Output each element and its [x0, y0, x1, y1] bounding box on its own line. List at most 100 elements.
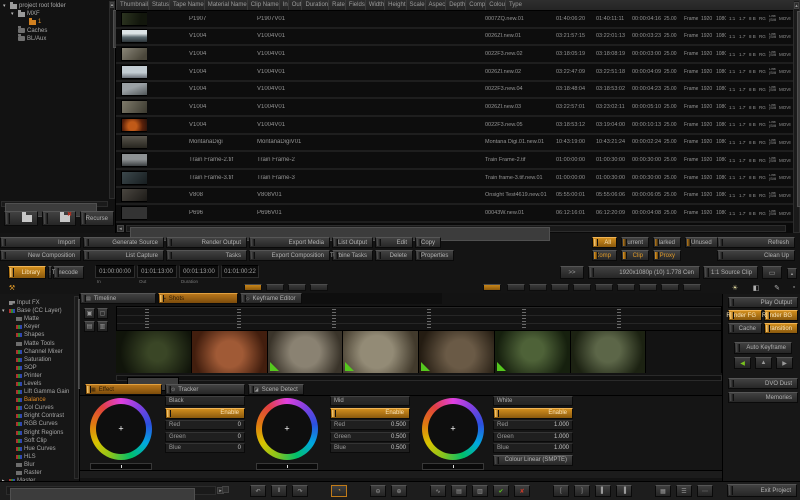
keyframe-button[interactable]: ▶: [776, 357, 793, 369]
tree-item[interactable]: BL/Aux: [0, 35, 108, 43]
duration-timecode-field[interactable]: 00:01:13:00: [179, 265, 219, 278]
effect-item[interactable]: Balance: [0, 396, 79, 404]
effect-item[interactable]: Soft Clip: [0, 437, 79, 445]
action-button[interactable]: Export Composition: [249, 250, 330, 261]
filter-button[interactable]: All: [592, 237, 617, 248]
effect-item[interactable]: Input FX: [0, 299, 79, 307]
toolbar-icon[interactable]: ⋯: [697, 485, 713, 497]
delete-folder-button[interactable]: [42, 211, 76, 226]
filter-button[interactable]: Clip: [621, 250, 649, 261]
column-header[interactable]: Thumbnail: [116, 0, 148, 10]
memory-tab-active[interactable]: [483, 284, 501, 291]
action-button[interactable]: List Capture: [83, 250, 164, 261]
toolbar-icon[interactable]: ▐: [616, 485, 632, 497]
column-header[interactable]: In: [279, 0, 288, 10]
column-header[interactable]: Clip Name: [247, 0, 279, 10]
timeline-ruler[interactable]: [116, 306, 722, 331]
mid-color-wheel[interactable]: [256, 398, 318, 460]
tree-item[interactable]: 1: [0, 18, 108, 26]
effect-item[interactable]: Shapes: [0, 331, 79, 339]
dvo-dust-button[interactable]: DVO Dust: [728, 378, 798, 389]
auto-keyframe-button[interactable]: Auto Keyframe: [734, 342, 792, 354]
tree-item[interactable]: project root folder: [0, 2, 108, 10]
effect-item[interactable]: Bright Contrast: [0, 412, 79, 420]
cache-button[interactable]: Cache: [728, 323, 762, 334]
tree-horizontal-scrollbar[interactable]: [1, 201, 108, 207]
monitor-button[interactable]: ▭: [762, 266, 782, 279]
effects-scrollbar[interactable]: [74, 296, 79, 479]
table-row[interactable]: P1907 P1907V01 0007ZQ.new.01 01:40:06:20…: [116, 11, 794, 29]
tree-item[interactable]: MXF: [0, 10, 108, 18]
white-level-slider[interactable]: [422, 463, 484, 470]
tool-tab[interactable]: ◪ Scene Detect: [248, 384, 304, 395]
format-selector[interactable]: 1920x1080p (10) 1.778 Cen: [588, 266, 700, 279]
table-vertical-scrollbar[interactable]: ▴: [793, 0, 800, 233]
play-output-button[interactable]: Play Output: [728, 297, 798, 308]
red-field[interactable]: Red1.000: [493, 420, 573, 430]
green-field[interactable]: Green0.500: [330, 432, 410, 442]
table-row[interactable]: V1004 V1004V01 0026ZI.new.03 03:22:57:01…: [116, 99, 794, 117]
effect-item[interactable]: Hue Curves: [0, 445, 79, 453]
effect-item[interactable]: Levels: [0, 380, 79, 388]
action-button[interactable]: Turbine Tasks: [332, 250, 373, 261]
action-button[interactable]: Generate Source: [83, 237, 164, 248]
toolbar-icon[interactable]: ▌: [595, 485, 611, 497]
column-header[interactable]: Comp: [465, 0, 485, 10]
memory-tab[interactable]: [617, 284, 635, 291]
toolbar-icon[interactable]: ↷: [292, 485, 308, 497]
memory-tab[interactable]: [507, 284, 525, 291]
memory-tab[interactable]: [683, 284, 701, 291]
filter-button[interactable]: Proxy: [653, 250, 681, 261]
keyframe-button[interactable]: ◀: [734, 357, 751, 369]
toolbar-icon[interactable]: ◔: [331, 485, 347, 497]
view-toggle[interactable]: ▥: [97, 321, 108, 332]
toolbar-icon[interactable]: ✔: [493, 485, 509, 497]
action-button[interactable]: Render Output: [166, 237, 247, 248]
effect-item[interactable]: Keyer: [0, 323, 79, 331]
table-row[interactable]: V1004 V1004V01 0022F3.new.05 03:18:53:12…: [116, 117, 794, 135]
toolbar-icon[interactable]: ⊖: [370, 485, 386, 497]
bank-tab[interactable]: [310, 284, 328, 291]
memory-tab[interactable]: [573, 284, 591, 291]
blue-field[interactable]: Blue0.500: [330, 443, 410, 453]
black-level-slider[interactable]: [90, 463, 152, 470]
toolbar-icon[interactable]: ▦: [655, 485, 671, 497]
effect-item[interactable]: Printer: [0, 372, 79, 380]
table-row[interactable]: MontanaDigi MontanaDigiV01 Montana Digi.…: [116, 135, 794, 153]
colour-space-button[interactable]: Colour Linear (SMPTE): [493, 455, 573, 466]
table-row[interactable]: V1004 V1004V01 0022F3.new.04 03:18:48:04…: [116, 82, 794, 100]
collapse-button[interactable]: ▲: [787, 268, 797, 279]
column-header[interactable]: Tape Name: [169, 0, 204, 10]
effect-item[interactable]: Bright Regions: [0, 429, 79, 437]
action-button[interactable]: Edit: [375, 237, 413, 248]
library-button[interactable]: Library: [8, 266, 46, 279]
lock-toggle[interactable]: ▤: [84, 321, 95, 332]
transition-button[interactable]: Transition: [764, 323, 798, 334]
mid-level-slider[interactable]: [256, 463, 318, 470]
table-row[interactable]: V1004 V1004V01 0026ZI.new.01 03:21:57:15…: [116, 29, 794, 47]
view-tab[interactable]: ⬦ Keyframe Editor: [240, 293, 302, 304]
shot-thumbnail[interactable]: [268, 331, 344, 373]
view-tab[interactable]: ▤ Timeline: [80, 293, 156, 304]
memories-button[interactable]: Memories: [728, 392, 798, 403]
bottom-scrollbar[interactable]: ▸: [6, 486, 216, 495]
mute-toggle[interactable]: ▢: [97, 308, 108, 319]
current-timecode-field[interactable]: 01:01:00:22: [221, 265, 259, 278]
filter-button[interactable]: Comp: [592, 250, 617, 261]
memory-tab[interactable]: [529, 284, 547, 291]
bank-tab[interactable]: [266, 284, 284, 291]
column-header[interactable]: Depth: [445, 0, 465, 10]
cleanup-button[interactable]: Clean Up: [717, 250, 795, 261]
toolbar-icon[interactable]: ‖: [271, 485, 287, 497]
toolbar-icon[interactable]: ▤: [451, 485, 467, 497]
effect-item[interactable]: Lift Gamma Gain: [0, 388, 79, 396]
toolbar-icon[interactable]: ☰: [676, 485, 692, 497]
column-header[interactable]: Fields: [345, 0, 365, 10]
green-field[interactable]: Green1.000: [493, 432, 573, 442]
action-button[interactable]: Copy: [415, 237, 441, 248]
new-folder-button[interactable]: [4, 211, 38, 226]
toolbar-icon[interactable]: [: [553, 485, 569, 497]
column-header[interactable]: Status: [148, 0, 169, 10]
toolbar-icon[interactable]: ⊕: [391, 485, 407, 497]
column-header[interactable]: Width: [365, 0, 384, 10]
